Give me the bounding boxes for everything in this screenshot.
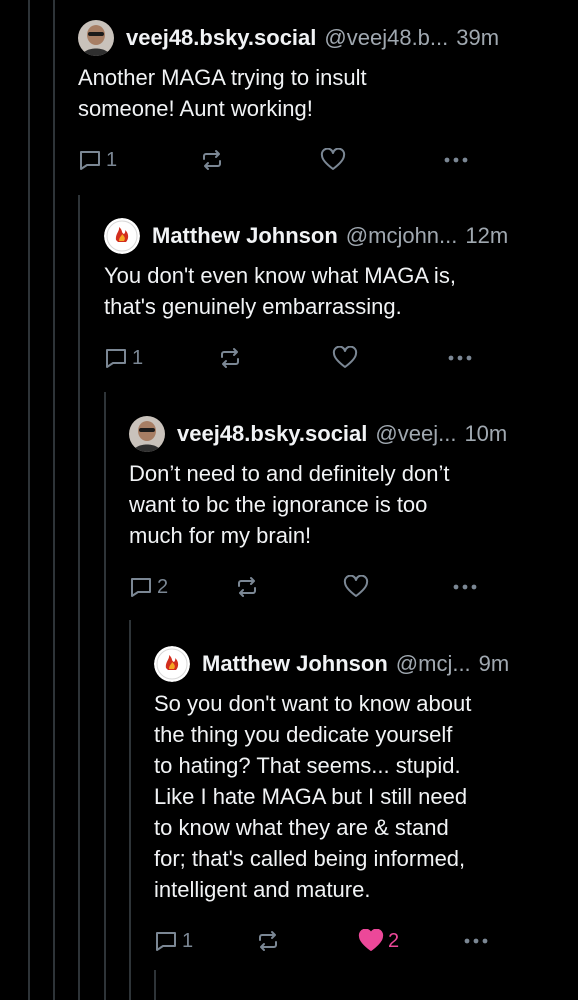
like-button[interactable] (332, 342, 358, 374)
reply-button[interactable]: 1 (78, 144, 117, 176)
heart-icon (320, 148, 346, 172)
author-name[interactable]: Matthew Johnson (202, 651, 388, 677)
author-handle[interactable]: @mcj... (396, 651, 471, 677)
thread-line (129, 620, 131, 1000)
post-text: You don't even know what MAGA is, that's… (104, 263, 456, 319)
post-actions: 2 (129, 571, 569, 603)
reply-count: 1 (182, 929, 194, 952)
author-name[interactable]: veej48.bsky.social (126, 25, 316, 51)
reply-icon (78, 148, 102, 172)
author-handle[interactable]: @veej48.b... (324, 25, 448, 51)
more-options-button[interactable] (462, 925, 490, 957)
repost-button[interactable] (200, 144, 224, 176)
heart-icon (332, 346, 358, 370)
more-options-button[interactable] (451, 571, 479, 603)
author-name[interactable]: veej48.bsky.social (177, 421, 367, 447)
reply-icon (104, 346, 128, 370)
thread-line (104, 392, 106, 1000)
post-actions: 1 2 (154, 925, 568, 957)
repost-button[interactable] (235, 571, 259, 603)
post-timestamp[interactable]: 12m (465, 223, 508, 249)
post-header: veej48.bsky.social @veej48.b... 39m (78, 18, 568, 58)
thread-line (28, 0, 30, 1000)
repost-icon (235, 575, 259, 599)
post[interactable]: Matthew Johnson @mcj... 9m So you don't … (154, 644, 568, 957)
thread-line (53, 0, 55, 1000)
like-button[interactable]: 2 (358, 925, 399, 957)
flames-logo-avatar-icon[interactable] (154, 646, 190, 682)
post-text: Another MAGA trying to insult someone! A… (78, 65, 367, 121)
post[interactable]: veej48.bsky.social @veej48.b... 39m Anot… (78, 18, 568, 176)
post-text: Don’t need to and definitely don’t want … (129, 461, 450, 548)
flames-logo-avatar-icon[interactable] (104, 218, 140, 254)
person-avatar-icon[interactable] (129, 416, 165, 452)
reply-count: 1 (106, 148, 118, 171)
post-text: So you don't want to know about the thin… (154, 691, 472, 902)
post-actions: 1 (78, 144, 568, 176)
post-timestamp[interactable]: 9m (479, 651, 510, 677)
like-button[interactable] (343, 571, 369, 603)
thread-line (154, 970, 156, 1000)
repost-button[interactable] (218, 342, 242, 374)
person-avatar-icon[interactable] (78, 20, 114, 56)
repost-icon (218, 346, 242, 370)
repost-icon (256, 929, 280, 953)
post-header: Matthew Johnson @mcjohn... 12m (104, 216, 568, 256)
post[interactable]: Matthew Johnson @mcjohn... 12m You don't… (104, 216, 568, 374)
post-header: Matthew Johnson @mcj... 9m (154, 644, 568, 684)
heart-filled-icon (358, 929, 384, 953)
post-timestamp[interactable]: 39m (456, 25, 499, 51)
more-icon (446, 346, 474, 370)
thread-line (78, 195, 80, 1000)
post[interactable]: veej48.bsky.social @veej... 10m Don’t ne… (129, 414, 569, 603)
reply-icon (154, 929, 178, 953)
more-options-button[interactable] (442, 144, 470, 176)
reply-button[interactable]: 1 (104, 342, 143, 374)
more-icon (462, 929, 490, 953)
heart-icon (343, 575, 369, 599)
reply-icon (129, 575, 153, 599)
repost-button[interactable] (256, 925, 280, 957)
repost-icon (200, 148, 224, 172)
reply-count: 1 (132, 346, 144, 369)
reply-button[interactable]: 2 (129, 571, 168, 603)
more-options-button[interactable] (446, 342, 474, 374)
author-name[interactable]: Matthew Johnson (152, 223, 338, 249)
post-timestamp[interactable]: 10m (464, 421, 507, 447)
author-handle[interactable]: @mcjohn... (346, 223, 458, 249)
author-handle[interactable]: @veej... (375, 421, 456, 447)
reply-count: 2 (157, 575, 169, 598)
more-icon (451, 575, 479, 599)
more-icon (442, 148, 470, 172)
like-button[interactable] (320, 144, 346, 176)
like-count: 2 (388, 929, 400, 952)
post-header: veej48.bsky.social @veej... 10m (129, 414, 569, 454)
reply-button[interactable]: 1 (154, 925, 193, 957)
post-actions: 1 (104, 342, 568, 374)
